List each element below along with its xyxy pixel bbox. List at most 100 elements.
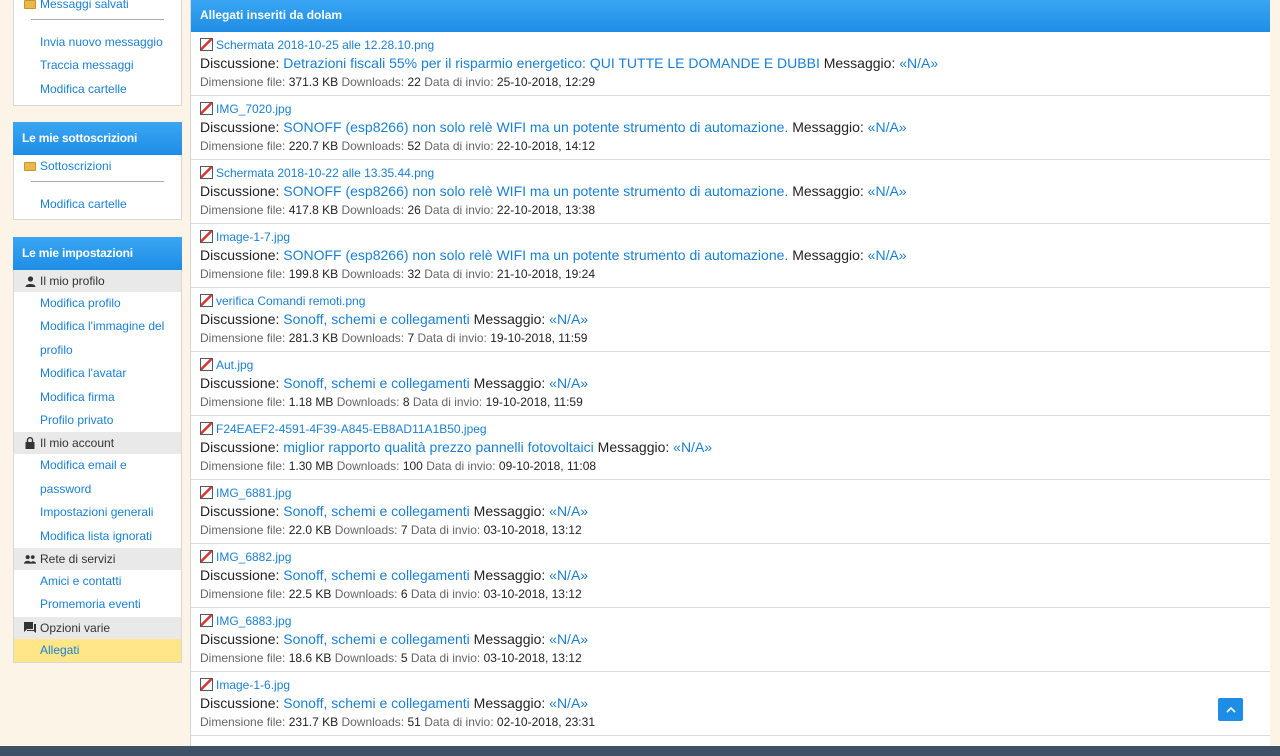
size-label: Dimensione file: — [200, 203, 286, 217]
attachment-file-link[interactable]: IMG_7020.jpg — [216, 102, 291, 116]
category-misc-options: Opzioni varie — [14, 616, 181, 639]
discussion-link[interactable]: Sonoff, schemi e collegamenti — [283, 695, 470, 711]
message-label: Messaggio: — [792, 247, 864, 263]
attachment-file-link[interactable]: Image-1-7.jpg — [216, 230, 290, 244]
sidebar-item-general-settings[interactable]: Impostazioni generali — [14, 501, 181, 524]
sidebar-item-edit-email-password[interactable]: Modifica email e password — [14, 454, 181, 501]
back-to-top-button[interactable] — [1218, 698, 1243, 721]
message-link[interactable]: «N/A» — [549, 695, 588, 711]
attachments-panel: Allegati inseriti da dolam Schermata 201… — [190, 0, 1270, 756]
discussion-link[interactable]: SONOFF (esp8266) non solo relè WIFI ma u… — [283, 119, 788, 135]
discussion-link[interactable]: Sonoff, schemi e collegamenti — [283, 503, 470, 519]
sidebar-item-edit-signature[interactable]: Modifica firma — [14, 386, 181, 409]
message-link[interactable]: «N/A» — [868, 247, 907, 263]
discussion-label: Discussione: — [200, 247, 280, 263]
attachment-file-link[interactable]: F24EAEF2-4591-4F39-A845-EB8AD11A1B50.jpe… — [216, 422, 487, 436]
list-item: verifica Comandi remoti.png Discussione: … — [191, 288, 1270, 352]
user-icon — [24, 275, 36, 287]
list-item: IMG_6882.jpg Discussione: Sonoff, schemi … — [191, 544, 1270, 608]
category-my-account: Il mio account — [14, 432, 181, 455]
upload-date: 03-10-2018, 13:12 — [483, 523, 582, 537]
image-file-icon — [200, 550, 213, 563]
discussion-link[interactable]: Sonoff, schemi e collegamenti — [283, 375, 470, 391]
attachment-file-link[interactable]: IMG_6881.jpg — [216, 486, 291, 500]
size-label: Dimensione file: — [200, 75, 286, 89]
size-label: Dimensione file: — [200, 459, 286, 473]
message-link[interactable]: «N/A» — [549, 311, 588, 327]
downloads-label: Downloads: — [334, 523, 398, 537]
list-item: IMG_6881.jpg Discussione: Sonoff, schemi … — [191, 480, 1270, 544]
message-link[interactable]: «N/A» — [899, 55, 938, 71]
message-label: Messaggio: — [473, 503, 546, 519]
sidebar-messages-block: Messaggi salvati Invia nuovo messaggio T… — [13, 0, 182, 107]
message-link[interactable]: «N/A» — [868, 119, 907, 135]
message-link[interactable]: «N/A» — [549, 631, 588, 647]
category-label: Il mio profilo — [40, 274, 105, 288]
download-count: 32 — [407, 267, 421, 281]
file-size: 18.6 KB — [288, 651, 332, 665]
image-file-icon — [200, 294, 213, 307]
attachment-file-link[interactable]: verifica Comandi remoti.png — [216, 294, 365, 308]
sidebar-item-friends-contacts[interactable]: Amici e contatti — [14, 570, 181, 593]
discussion-link[interactable]: miglior rapporto qualità prezzo pannelli… — [283, 439, 594, 455]
attachment-file-link[interactable]: Schermata 2018-10-25 alle 12.28.10.png — [216, 38, 434, 52]
downloads-label: Downloads: — [334, 651, 398, 665]
sidebar-item-edit-folders[interactable]: Modifica cartelle — [14, 78, 181, 101]
discussion-link[interactable]: Sonoff, schemi e collegamenti — [283, 567, 470, 583]
attachment-file-link[interactable]: IMG_6882.jpg — [216, 550, 291, 564]
list-item: Aut.jpg Discussione: Sonoff, schemi e col… — [191, 352, 1270, 416]
sidebar-item-edit-profile[interactable]: Modifica profilo — [14, 292, 181, 315]
chat-icon — [24, 622, 36, 634]
message-link[interactable]: «N/A» — [673, 439, 712, 455]
download-count: 51 — [407, 715, 421, 729]
upload-date: 21-10-2018, 19:24 — [496, 267, 595, 281]
image-file-icon — [200, 678, 213, 691]
message-link[interactable]: «N/A» — [868, 183, 907, 199]
separator — [31, 18, 164, 20]
message-link[interactable]: «N/A» — [549, 375, 588, 391]
date-label: Data di invio: — [424, 139, 494, 153]
attachment-file-link[interactable]: IMG_6883.jpg — [216, 614, 291, 628]
sidebar-item-ignore-list[interactable]: Modifica lista ignorati — [14, 525, 181, 548]
sidebar-item-edit-profile-picture[interactable]: Modifica l'immagine del profilo — [14, 315, 181, 362]
message-link[interactable]: «N/A» — [549, 503, 588, 519]
message-label: Messaggio: — [597, 439, 670, 455]
sidebar-item-event-reminders[interactable]: Promemoria eventi — [14, 593, 181, 616]
file-size: 281.3 KB — [288, 331, 339, 345]
attachment-file-link[interactable]: Aut.jpg — [216, 358, 253, 372]
file-size: 220.7 KB — [288, 139, 339, 153]
attachment-file-link[interactable]: Image-1-6.jpg — [216, 678, 290, 692]
discussion-label: Discussione: — [200, 567, 280, 583]
discussion-link[interactable]: SONOFF (esp8266) non solo relè WIFI ma u… — [283, 183, 788, 199]
message-link[interactable]: «N/A» — [549, 567, 588, 583]
downloads-label: Downloads: — [341, 75, 405, 89]
discussion-label: Discussione: — [200, 503, 280, 519]
discussion-link[interactable]: Detrazioni fiscali 55% per il risparmio … — [283, 55, 820, 71]
sidebar-item-subscriptions[interactable]: Sottoscrizioni — [14, 155, 181, 177]
size-label: Dimensione file: — [200, 139, 286, 153]
discussion-link[interactable]: Sonoff, schemi e collegamenti — [283, 311, 470, 327]
sidebar-item-new-message[interactable]: Invia nuovo messaggio — [14, 31, 181, 54]
attachment-file-link[interactable]: Schermata 2018-10-22 alle 13.35.44.png — [216, 166, 434, 180]
sidebar-settings-block: Le mie impostazioni Il mio profilo Modif… — [13, 237, 182, 664]
discussion-link[interactable]: SONOFF (esp8266) non solo relè WIFI ma u… — [283, 247, 788, 263]
file-size: 22.0 KB — [288, 523, 332, 537]
upload-date: 03-10-2018, 13:12 — [483, 587, 582, 601]
image-file-icon — [200, 486, 213, 499]
message-label: Messaggio: — [473, 567, 546, 583]
folder-icon — [24, 0, 36, 9]
date-label: Data di invio: — [417, 331, 487, 345]
message-label: Messaggio: — [823, 55, 896, 71]
sidebar-item-attachments[interactable]: Allegati — [14, 638, 181, 663]
sidebar-item-edit-avatar[interactable]: Modifica l'avatar — [14, 362, 181, 385]
discussion-label: Discussione: — [200, 183, 280, 199]
sidebar-item-track-messages[interactable]: Traccia messaggi — [14, 54, 181, 77]
sidebar-item-saved-messages[interactable]: Messaggi salvati — [14, 0, 181, 15]
message-label: Messaggio: — [473, 311, 546, 327]
image-file-icon — [200, 614, 213, 627]
sidebar-item-private-profile[interactable]: Profilo privato — [14, 409, 181, 432]
download-count: 52 — [407, 139, 421, 153]
discussion-link[interactable]: Sonoff, schemi e collegamenti — [283, 631, 470, 647]
sidebar-item-edit-subscription-folders[interactable]: Modifica cartelle — [14, 193, 181, 216]
people-icon — [24, 553, 36, 564]
